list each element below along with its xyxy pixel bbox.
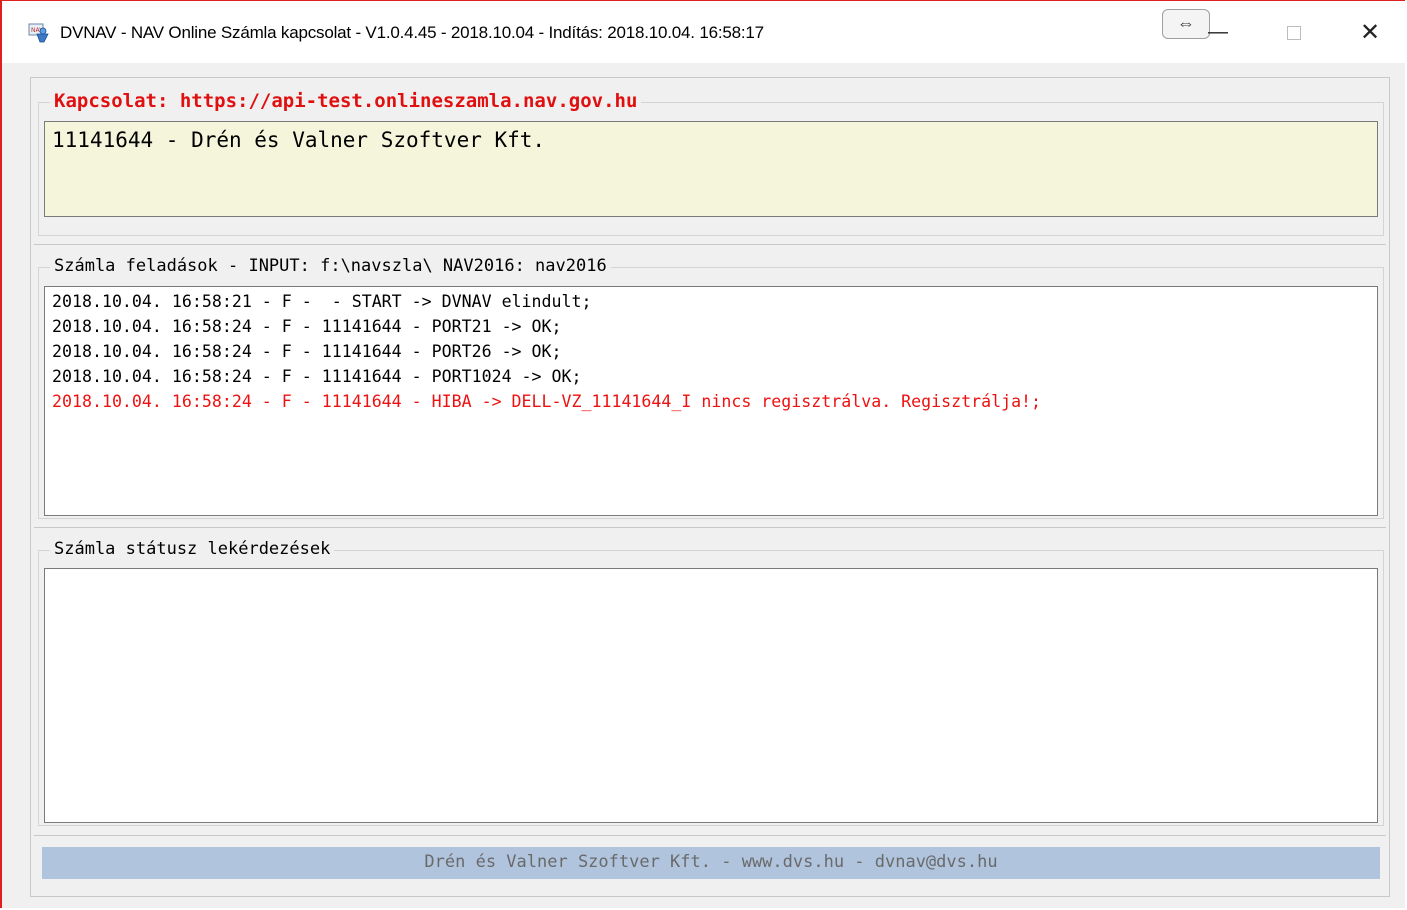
footer-bar: Drén és Valner Szoftver Kft. - www.dvs.h…	[42, 847, 1380, 879]
connection-legend: Kapcsolat: https://api-test.onlineszamla…	[50, 90, 642, 112]
close-button[interactable]: ✕	[1350, 19, 1390, 49]
footer-text: Drén és Valner Szoftver Kft. - www.dvs.h…	[424, 852, 998, 872]
log-line: 2018.10.04. 16:58:24 - F - 11141644 - HI…	[52, 392, 1042, 411]
app-icon: NAV	[28, 23, 49, 43]
divider	[34, 527, 1386, 528]
submissions-log[interactable]: 2018.10.04. 16:58:21 - F - - START -> DV…	[44, 286, 1378, 516]
status-log[interactable]	[44, 568, 1378, 823]
app-window: NAV DVNAV - NAV Online Számla kapcsolat …	[0, 0, 1405, 908]
divider	[34, 244, 1386, 245]
company-name: 11141644 - Drén és Valner Szoftver Kft.	[52, 128, 546, 152]
maximize-icon	[1287, 26, 1301, 40]
company-box: 11141644 - Drén és Valner Szoftver Kft.	[44, 121, 1378, 217]
log-line: 2018.10.04. 16:58:21 - F - - START -> DV…	[52, 292, 592, 311]
status-legend: Számla státusz lekérdezések	[50, 539, 335, 559]
log-line: 2018.10.04. 16:58:24 - F - 11141644 - PO…	[52, 317, 562, 336]
log-line: 2018.10.04. 16:58:24 - F - 11141644 - PO…	[52, 367, 582, 386]
window-title: DVNAV - NAV Online Számla kapcsolat - V1…	[60, 23, 764, 42]
maximize-button[interactable]	[1274, 19, 1314, 49]
minimize-button[interactable]: —	[1198, 19, 1238, 49]
divider	[34, 835, 1386, 836]
log-line: 2018.10.04. 16:58:24 - F - 11141644 - PO…	[52, 342, 562, 361]
submissions-legend: Számla feladások - INPUT: f:\navszla\ NA…	[50, 256, 611, 276]
title-bar[interactable]: NAV DVNAV - NAV Online Számla kapcsolat …	[2, 1, 1405, 63]
